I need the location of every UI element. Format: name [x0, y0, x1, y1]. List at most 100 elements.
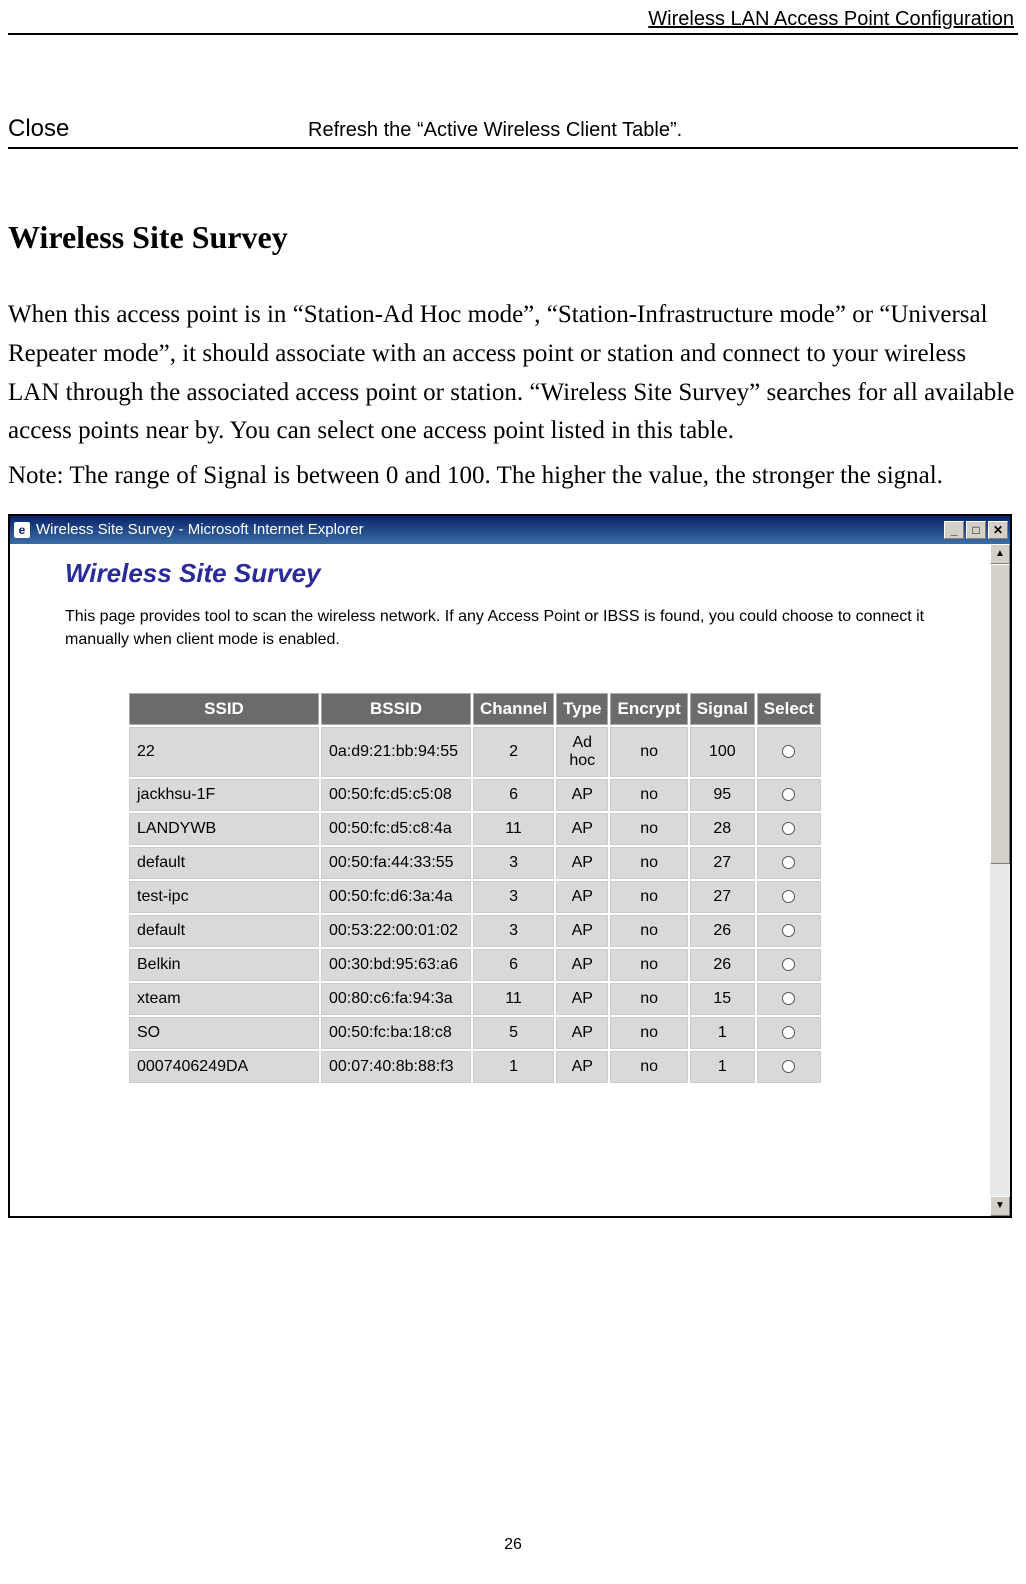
table-row: xteam00:80:c6:fa:94:3a11APno15 — [129, 983, 821, 1015]
cell-bssid: 00:80:c6:fa:94:3a — [321, 983, 471, 1015]
select-radio[interactable] — [782, 1060, 795, 1073]
cell-select — [757, 915, 821, 947]
section-para-2: Note: The range of Signal is between 0 a… — [8, 457, 1018, 496]
section-heading: Wireless Site Survey — [8, 219, 1018, 256]
definition-desc: Refresh the “Active Wireless Client Tabl… — [308, 115, 682, 143]
cell-ssid: jackhsu-1F — [129, 779, 319, 811]
ie-icon: e — [14, 522, 30, 538]
cell-type: AP — [556, 881, 608, 913]
window-maximize-button[interactable]: □ — [966, 521, 986, 539]
page-number: 26 — [0, 1536, 1026, 1554]
cell-bssid: 0a:d9:21:bb:94:55 — [321, 727, 471, 777]
cell-type: AP — [556, 779, 608, 811]
cell-type: AP — [556, 813, 608, 845]
th-type: Type — [556, 693, 608, 725]
definition-row: Close Refresh the “Active Wireless Clien… — [8, 115, 1018, 149]
select-radio[interactable] — [782, 745, 795, 758]
window-close-button[interactable]: ✕ — [988, 521, 1008, 539]
table-row: jackhsu-1F00:50:fc:d5:c5:086APno95 — [129, 779, 821, 811]
cell-signal: 1 — [690, 1017, 755, 1049]
th-select: Select — [757, 693, 821, 725]
cell-encrypt: no — [610, 983, 687, 1015]
vertical-scrollbar[interactable]: ▲ ▼ — [990, 544, 1010, 1216]
select-radio[interactable] — [782, 788, 795, 801]
cell-bssid: 00:50:fc:ba:18:c8 — [321, 1017, 471, 1049]
cell-bssid: 00:50:fc:d5:c8:4a — [321, 813, 471, 845]
select-radio[interactable] — [782, 924, 795, 937]
cell-ssid: 0007406249DA — [129, 1051, 319, 1083]
select-radio[interactable] — [782, 890, 795, 903]
panel-description: This page provides tool to scan the wire… — [65, 605, 945, 651]
cell-encrypt: no — [610, 1051, 687, 1083]
th-signal: Signal — [690, 693, 755, 725]
scroll-down-button[interactable]: ▼ — [990, 1196, 1010, 1216]
cell-ssid: 22 — [129, 727, 319, 777]
select-radio[interactable] — [782, 822, 795, 835]
cell-type: AP — [556, 983, 608, 1015]
cell-bssid: 00:50:fc:d6:3a:4a — [321, 881, 471, 913]
th-ssid: SSID — [129, 693, 319, 725]
window-title: Wireless Site Survey - Microsoft Interne… — [36, 521, 364, 538]
cell-select — [757, 949, 821, 981]
cell-signal: 1 — [690, 1051, 755, 1083]
cell-type: AP — [556, 915, 608, 947]
cell-ssid: xteam — [129, 983, 319, 1015]
cell-type: AP — [556, 949, 608, 981]
cell-bssid: 00:50:fa:44:33:55 — [321, 847, 471, 879]
cell-select — [757, 983, 821, 1015]
running-header: Wireless LAN Access Point Configuration — [8, 8, 1018, 35]
table-row: default00:53:22:00:01:023APno26 — [129, 915, 821, 947]
scroll-thumb[interactable] — [990, 564, 1010, 864]
cell-signal: 27 — [690, 847, 755, 879]
cell-select — [757, 727, 821, 777]
cell-type: Ad hoc — [556, 727, 608, 777]
window-minimize-button[interactable]: _ — [944, 521, 964, 539]
cell-ssid: default — [129, 847, 319, 879]
cell-signal: 28 — [690, 813, 755, 845]
select-radio[interactable] — [782, 1026, 795, 1039]
scroll-track[interactable] — [990, 564, 1010, 1196]
cell-type: AP — [556, 1017, 608, 1049]
select-radio[interactable] — [782, 958, 795, 971]
window-titlebar: e Wireless Site Survey - Microsoft Inter… — [10, 516, 1010, 544]
select-radio[interactable] — [782, 992, 795, 1005]
th-channel: Channel — [473, 693, 554, 725]
cell-select — [757, 1051, 821, 1083]
cell-encrypt: no — [610, 813, 687, 845]
select-radio[interactable] — [782, 856, 795, 869]
cell-encrypt: no — [610, 915, 687, 947]
cell-channel: 11 — [473, 983, 554, 1015]
cell-encrypt: no — [610, 727, 687, 777]
cell-signal: 26 — [690, 949, 755, 981]
table-row: LANDYWB00:50:fc:d5:c8:4a11APno28 — [129, 813, 821, 845]
table-row: 0007406249DA00:07:40:8b:88:f31APno1 — [129, 1051, 821, 1083]
cell-bssid: 00:30:bd:95:63:a6 — [321, 949, 471, 981]
cell-select — [757, 813, 821, 845]
cell-channel: 6 — [473, 949, 554, 981]
cell-channel: 6 — [473, 779, 554, 811]
cell-encrypt: no — [610, 847, 687, 879]
cell-signal: 95 — [690, 779, 755, 811]
cell-encrypt: no — [610, 1017, 687, 1049]
cell-bssid: 00:50:fc:d5:c5:08 — [321, 779, 471, 811]
cell-bssid: 00:07:40:8b:88:f3 — [321, 1051, 471, 1083]
cell-signal: 15 — [690, 983, 755, 1015]
cell-ssid: default — [129, 915, 319, 947]
cell-encrypt: no — [610, 881, 687, 913]
cell-channel: 2 — [473, 727, 554, 777]
cell-type: AP — [556, 847, 608, 879]
cell-select — [757, 847, 821, 879]
cell-ssid: test-ipc — [129, 881, 319, 913]
table-row: SO00:50:fc:ba:18:c85APno1 — [129, 1017, 821, 1049]
table-row: Belkin00:30:bd:95:63:a66APno26 — [129, 949, 821, 981]
cell-select — [757, 881, 821, 913]
section-para-1: When this access point is in “Station-Ad… — [8, 296, 1018, 451]
th-bssid: BSSID — [321, 693, 471, 725]
cell-ssid: LANDYWB — [129, 813, 319, 845]
scroll-up-button[interactable]: ▲ — [990, 544, 1010, 564]
cell-select — [757, 779, 821, 811]
cell-channel: 1 — [473, 1051, 554, 1083]
cell-ssid: Belkin — [129, 949, 319, 981]
panel-title: Wireless Site Survey — [65, 558, 990, 589]
site-survey-table: SSID BSSID Channel Type Encrypt Signal S… — [127, 691, 823, 1085]
